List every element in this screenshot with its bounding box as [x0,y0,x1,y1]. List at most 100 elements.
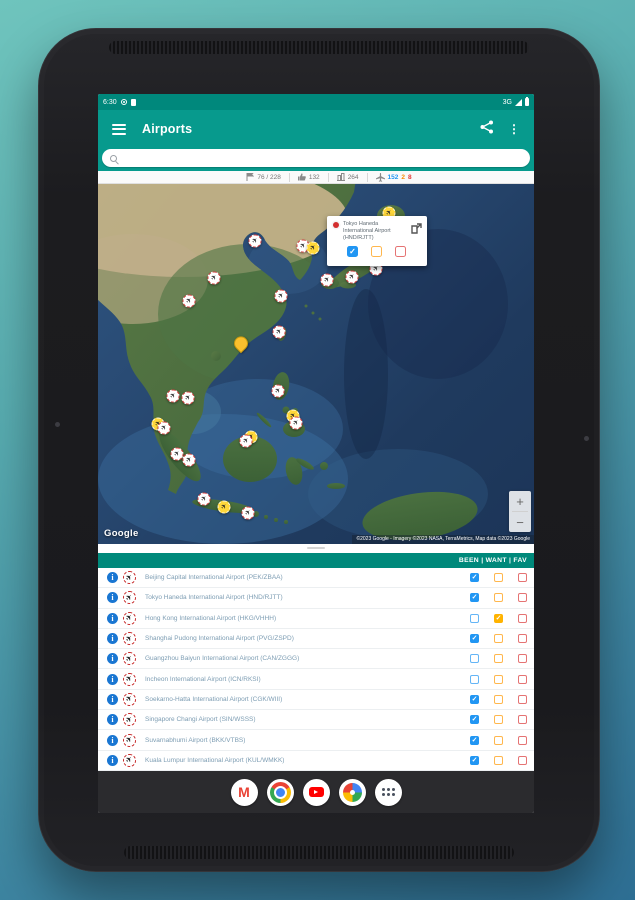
want-checkbox[interactable] [494,735,503,745]
airport-marker-icon[interactable]: ✈ [123,753,136,767]
airport-marker[interactable]: ✈ [248,234,262,248]
info-icon[interactable]: i [107,612,118,624]
info-icon[interactable]: i [107,693,118,705]
been-checkbox[interactable] [470,715,479,725]
fav-checkbox[interactable] [518,634,527,644]
want-checkbox[interactable] [494,573,503,583]
chrome-icon[interactable] [266,778,294,806]
been-checkbox[interactable] [470,755,479,765]
airport-marker[interactable]: ✈ [207,271,221,285]
airport-row[interactable]: i ✈ Guangzhou Baiyun International Airpo… [98,649,534,670]
panel-drag-handle[interactable] [98,544,534,553]
zoom-in-button[interactable]: + [509,491,531,511]
gmail-icon[interactable]: M [230,778,258,806]
airport-marker[interactable]: ✈ [217,500,231,514]
app-drawer-icon[interactable] [374,778,402,806]
stat-countries[interactable]: 76 / 228 [238,173,289,181]
overflow-menu-icon[interactable]: ⋮ [508,123,520,135]
want-checkbox[interactable] [494,694,503,704]
stat-flights[interactable]: 152 2 8 [368,172,420,182]
info-icon[interactable]: i [107,653,118,665]
airport-marker[interactable]: ✈ [306,241,320,255]
airport-info-popup[interactable]: Tokyo Haneda International Airport (HND/… [327,216,427,266]
info-icon[interactable]: i [107,673,118,685]
airport-marker[interactable]: ✈ [274,289,288,303]
share-icon[interactable] [480,120,494,139]
been-checkbox[interactable] [470,694,479,704]
want-checkbox[interactable] [494,755,503,765]
airport-marker-icon[interactable]: ✈ [123,632,136,646]
airport-marker-icon[interactable]: ✈ [123,571,136,585]
external-link-icon[interactable] [411,221,422,242]
airport-marker[interactable]: ✈ [166,389,180,403]
been-checkbox[interactable] [470,613,479,623]
airport-row[interactable]: i ✈ Tokyo Haneda International Airport (… [98,588,534,609]
fav-checkbox[interactable] [518,715,527,725]
map-view[interactable]: ✈✈✈✈✈✈✈✈✈✈✈✈✈✈✈✈✈✈✈✈✈✈✈✈✈ Tokyo Haneda I… [98,184,534,544]
info-icon[interactable]: i [107,592,118,604]
airport-marker-icon[interactable]: ✈ [123,652,136,666]
want-checkbox[interactable] [494,613,503,623]
airport-marker[interactable]: ✈ [241,506,255,520]
info-icon[interactable]: i [107,734,118,746]
airport-row[interactable]: i ✈ Kuala Lumpur International Airport (… [98,751,534,771]
info-icon[interactable]: i [107,754,118,766]
airport-marker[interactable]: ✈ [239,434,253,448]
airport-marker-icon[interactable]: ✈ [123,672,136,686]
airport-marker-icon[interactable]: ✈ [123,611,136,625]
airport-marker-icon[interactable]: ✈ [123,713,136,727]
been-checkbox[interactable] [470,654,479,664]
airport-row[interactable]: i ✈ Singapore Changi Airport (SIN/WSSS) [98,710,534,731]
search-input[interactable] [102,149,530,167]
photos-icon[interactable] [338,778,366,806]
airport-row[interactable]: i ✈ Incheon International Airport (ICN/R… [98,669,534,690]
fav-checkbox[interactable] [518,654,527,664]
want-checkbox[interactable] [494,674,503,684]
been-checkbox[interactable] [470,593,479,603]
airport-row[interactable]: i ✈ Beijing Capital International Airpor… [98,568,534,589]
airport-marker-icon[interactable]: ✈ [123,733,136,747]
airport-marker[interactable]: ✈ [272,325,286,339]
airport-marker[interactable]: ✈ [181,391,195,405]
stat-cities[interactable]: 264 [329,173,367,181]
youtube-icon[interactable] [302,778,330,806]
been-checkbox[interactable] [470,573,479,583]
popup-been-checkbox[interactable] [347,246,358,257]
info-icon[interactable]: i [107,714,118,726]
airport-marker[interactable]: ✈ [157,421,171,435]
airport-row[interactable]: i ✈ Hong Kong International Airport (HKG… [98,609,534,629]
stat-likes[interactable]: 132 [290,173,328,181]
airport-marker[interactable]: ✈ [345,270,359,284]
want-checkbox[interactable] [494,593,503,603]
fav-checkbox[interactable] [518,735,527,745]
fav-checkbox[interactable] [518,674,527,684]
airport-marker[interactable]: ✈ [271,384,285,398]
airport-marker[interactable]: ✈ [182,453,196,467]
fav-checkbox[interactable] [518,613,527,623]
want-checkbox[interactable] [494,634,503,644]
popup-fav-checkbox[interactable] [395,246,406,257]
fav-checkbox[interactable] [518,755,527,765]
info-icon[interactable]: i [107,572,118,584]
been-checkbox[interactable] [470,735,479,745]
fav-checkbox[interactable] [518,573,527,583]
airport-marker[interactable]: ✈ [197,492,211,506]
want-checkbox[interactable] [494,715,503,725]
airport-marker-icon[interactable]: ✈ [123,692,136,706]
airport-row[interactable]: i ✈ Shanghai Pudong International Airpor… [98,629,534,650]
airport-row[interactable]: i ✈ Soekarno-Hatta International Airport… [98,690,534,711]
menu-icon[interactable] [112,123,126,135]
popup-want-checkbox[interactable] [371,246,382,257]
airport-marker[interactable]: ✈ [182,294,196,308]
fav-checkbox[interactable] [518,694,527,704]
want-checkbox[interactable] [494,654,503,664]
been-checkbox[interactable] [470,634,479,644]
been-checkbox[interactable] [470,674,479,684]
airport-marker[interactable]: ✈ [289,416,303,430]
info-icon[interactable]: i [107,633,118,645]
airport-marker[interactable]: ✈ [320,273,334,287]
airport-row[interactable]: i ✈ Suvarnabhumi Airport (BKK/VTBS) [98,730,534,751]
airport-marker-icon[interactable]: ✈ [123,591,136,605]
fav-checkbox[interactable] [518,593,527,603]
zoom-out-button[interactable]: − [509,512,531,532]
